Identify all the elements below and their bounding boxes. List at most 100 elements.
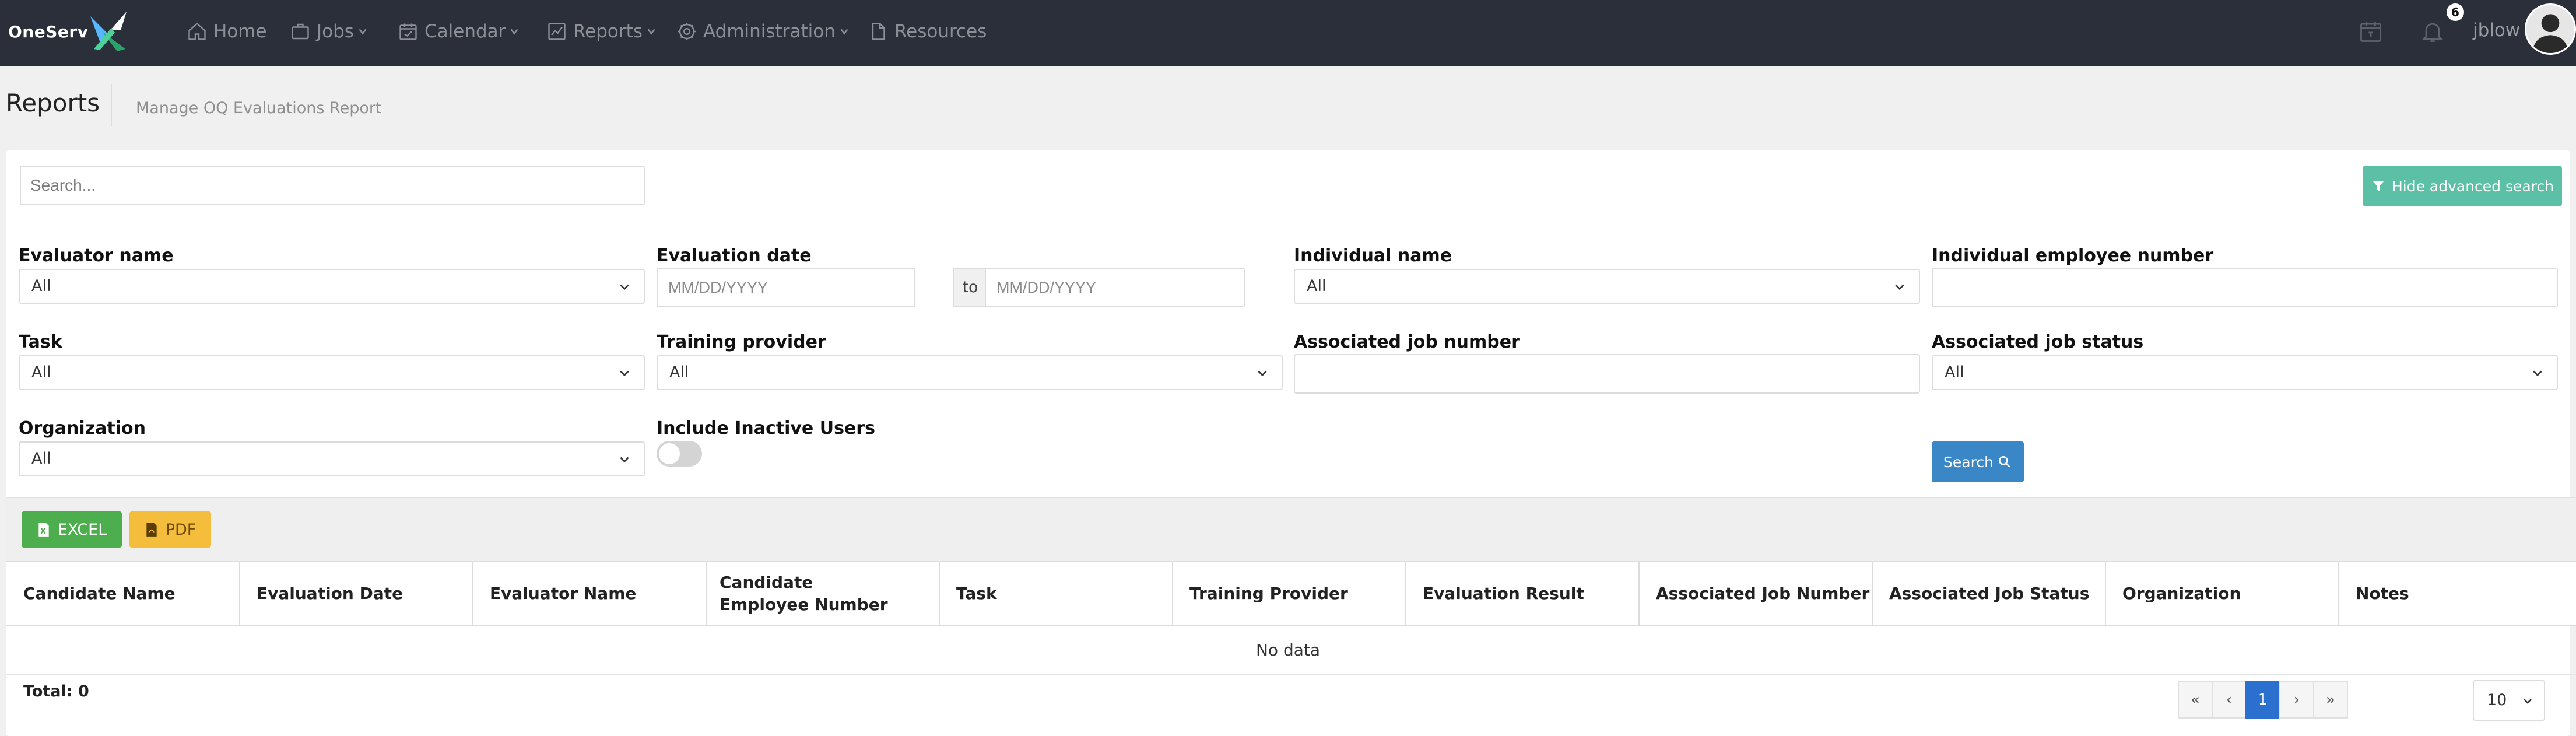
column-header[interactable]: Evaluator Name [472,562,707,625]
nav-reports-label: Reports [573,21,643,42]
column-header[interactable]: Associated Job Number [1638,562,1873,625]
title-divider [111,84,112,126]
individual-employee-number-label: Individual employee number [1932,246,2214,266]
notification-count-badge: 6 [2447,3,2464,21]
previous-page-button[interactable]: ‹ [2212,681,2247,719]
pdf-file-icon [146,523,157,537]
user-silhouette-icon [2526,5,2574,53]
bell-icon[interactable] [2420,17,2445,45]
page-subtitle: Manage OQ Evaluations Report [136,99,382,117]
empty-table-message: No data [1255,640,1321,660]
home-icon [188,22,206,40]
pagination: « ‹ 1 › » [2178,681,2348,720]
top-navbar: OneServ Home Jobs Calendar Reports Admin… [0,0,2576,66]
organization-label: Organization [19,418,146,439]
nav-calendar-label: Calendar [424,21,506,42]
individual-employee-number-input[interactable] [1932,268,2558,307]
document-icon [872,23,885,40]
brand-name: OneServ [8,22,89,41]
chevron-down-icon [647,29,655,35]
nav-home[interactable]: Home [187,15,267,48]
excel-export-button[interactable]: EXCEL [22,511,122,548]
hide-advanced-search-button[interactable]: Hide advanced search [2363,166,2562,206]
total-count: Total: 0 [23,682,89,700]
chevron-down-icon [2524,699,2532,704]
task-select[interactable]: All [19,355,645,390]
search-input[interactable] [20,166,645,205]
hide-advanced-search-label: Hide advanced search [2391,177,2554,195]
column-header[interactable]: Organization [2105,562,2339,625]
page-size-select[interactable]: 10 [2473,680,2545,721]
organization-select[interactable]: All [19,441,645,476]
gear-icon [678,23,696,40]
table-header: Candidate Name Evaluation Date Evaluator… [6,561,2576,626]
evaluator-name-select[interactable]: All [19,269,645,304]
column-header[interactable]: Evaluation Date [239,562,473,625]
column-header[interactable]: Training Provider [1172,562,1406,625]
training-provider-label: Training provider [657,332,826,352]
nav-resources[interactable]: Resources [868,15,987,48]
chevron-down-icon [620,284,629,290]
organization-value: All [31,450,51,468]
associated-job-number-input[interactable] [1294,354,1920,394]
username[interactable]: jblow [2473,20,2520,41]
calendar-clock-icon[interactable] [2358,17,2384,45]
nav-calendar[interactable]: Calendar [398,15,520,48]
nav-reports[interactable]: Reports [546,15,657,48]
chart-icon [548,23,566,40]
chevron-down-icon [620,370,629,377]
nav-jobs-label: Jobs [317,21,354,42]
brand-x-mark-icon [90,12,127,51]
associated-job-status-label: Associated job status [1932,332,2144,352]
task-value: All [31,363,51,381]
column-header[interactable]: Evaluation Result [1405,562,1640,625]
include-inactive-users-label: Include Inactive Users [657,418,875,439]
first-page-button[interactable]: « [2178,681,2213,719]
chevron-down-icon [510,29,518,35]
search-button[interactable]: Search [1932,441,2024,482]
excel-export-label: EXCEL [57,520,107,539]
training-provider-select[interactable]: All [657,355,1283,390]
individual-name-select[interactable]: All [1294,269,1920,304]
nav-home-label: Home [213,21,267,42]
date-range-to-label: to [953,268,986,307]
include-inactive-users-toggle[interactable] [657,441,702,467]
page-title: Reports [6,89,100,117]
chevron-down-icon [840,29,848,35]
individual-name-label: Individual name [1294,246,1452,266]
pdf-export-button[interactable]: PDF [129,511,211,548]
evaluation-date-from-input[interactable] [657,268,915,307]
chevron-down-icon [1895,284,1904,290]
training-provider-value: All [669,363,689,381]
calendar-icon [399,23,417,40]
chevron-down-icon [620,457,629,463]
search-button-label: Search [1943,453,1994,471]
nav-jobs[interactable]: Jobs [290,15,368,48]
pdf-export-label: PDF [165,520,196,539]
individual-name-value: All [1307,277,1326,295]
evaluation-date-label: Evaluation date [657,246,812,266]
column-header[interactable]: Candidate Employee Number [706,562,940,625]
search-icon [1998,456,2010,468]
associated-job-number-label: Associated job number [1294,332,1520,352]
page-number-button[interactable]: 1 [2245,681,2280,719]
column-header[interactable]: Associated Job Status [1872,562,2106,625]
page-size-value: 10 [2487,691,2507,709]
column-header[interactable]: Candidate Name [6,562,240,625]
column-header[interactable]: Notes [2338,562,2575,625]
evaluation-date-to-input[interactable] [985,268,1245,307]
excel-file-icon [38,523,49,537]
associated-job-status-value: All [1945,363,1964,381]
filter-icon [2373,181,2384,191]
associated-job-status-select[interactable]: All [1932,355,2558,390]
last-page-button[interactable]: » [2313,681,2348,719]
nav-administration[interactable]: Administration [676,15,850,48]
chevron-down-icon [1258,370,1267,377]
brand-logo[interactable]: OneServ [8,8,131,55]
evaluator-name-value: All [31,277,51,295]
nav-resources-label: Resources [894,21,987,42]
next-page-button[interactable]: › [2279,681,2314,719]
column-header[interactable]: Task [939,562,1173,625]
nav-administration-label: Administration [703,21,836,42]
avatar[interactable] [2525,3,2576,55]
